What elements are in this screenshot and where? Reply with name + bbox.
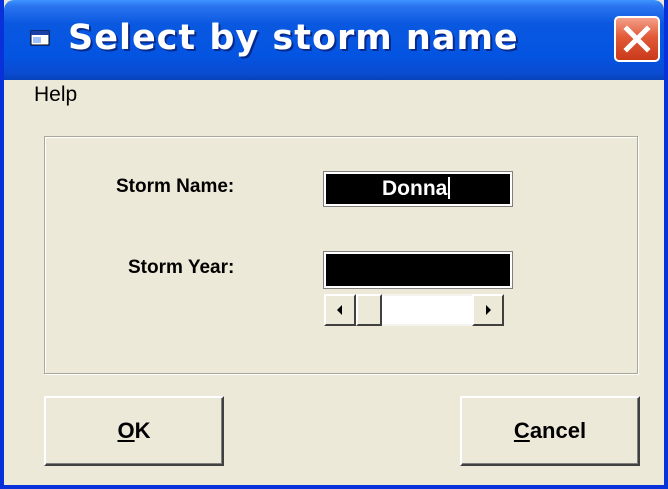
ok-button-label: OK: [117, 418, 151, 443]
dialog-window: Select by storm name Help Storm Name: Do…: [0, 0, 668, 489]
storm-year-label: Storm Year:: [128, 257, 235, 278]
cancel-button[interactable]: Cancel: [460, 396, 640, 466]
close-button[interactable]: [614, 16, 660, 62]
storm-name-input[interactable]: Donna: [323, 171, 513, 207]
storm-name-value: Donna: [382, 177, 451, 201]
storm-name-label: Storm Name:: [116, 176, 235, 197]
scroll-left-button[interactable]: [324, 294, 356, 326]
storm-year-scrollbar[interactable]: [324, 294, 504, 326]
scroll-track[interactable]: [382, 296, 472, 324]
cancel-button-label: Cancel: [513, 418, 587, 443]
title-bar[interactable]: Select by storm name: [4, 0, 664, 80]
menu-help[interactable]: Help: [34, 83, 77, 107]
ok-button[interactable]: OK: [44, 396, 224, 466]
text-caret: [448, 177, 451, 199]
scroll-thumb[interactable]: [356, 294, 382, 326]
app-window-icon: [30, 30, 50, 46]
scroll-right-button[interactable]: [472, 294, 504, 326]
window-title: Select by storm name: [68, 18, 519, 58]
menu-bar: Help: [4, 80, 664, 110]
left-arrow-icon: [337, 305, 342, 315]
storm-year-input[interactable]: [323, 251, 513, 289]
right-arrow-icon: [486, 305, 491, 315]
close-icon: [623, 25, 651, 53]
